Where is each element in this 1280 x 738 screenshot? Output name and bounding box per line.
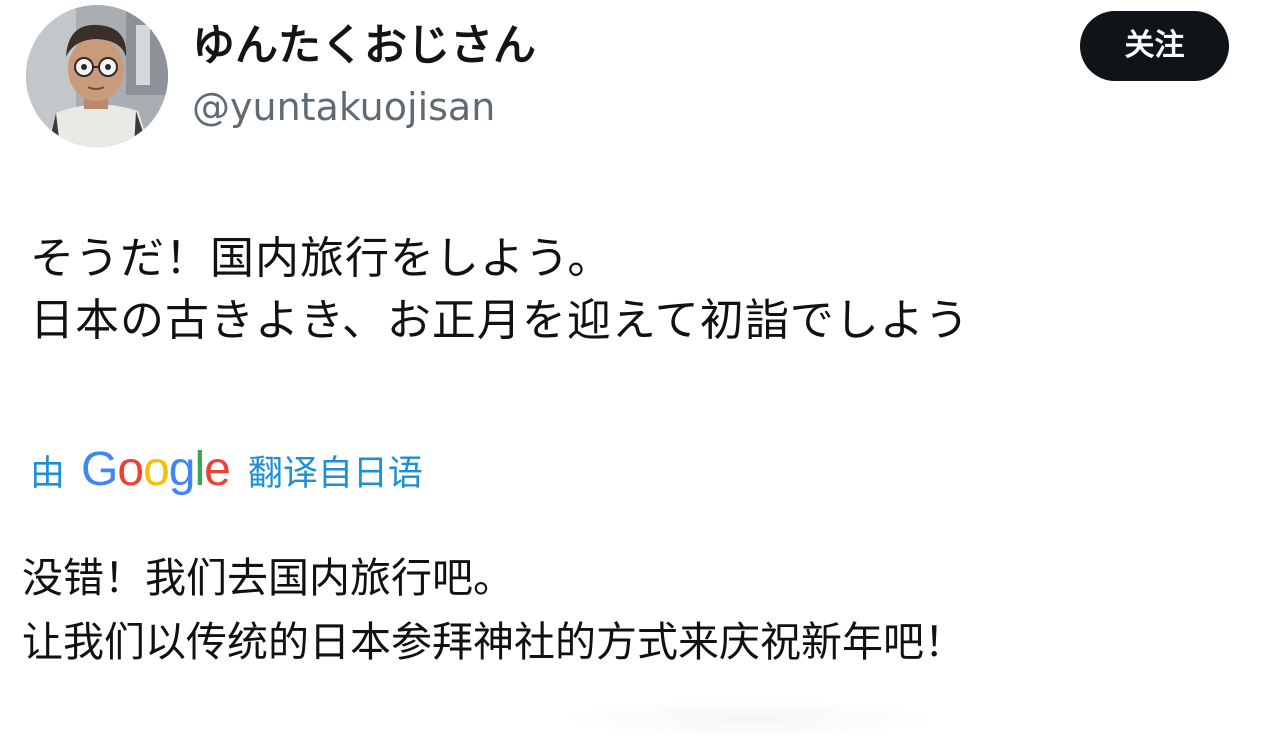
translated-line-1: 没错！我们去国内旅行吧。 (22, 554, 514, 602)
user-handle[interactable]: @yuntakuojisan (192, 84, 495, 130)
google-letter: g (168, 443, 196, 496)
avatar-photo (26, 5, 168, 147)
post-line-1: そうだ！国内旅行をしよう。 (30, 233, 613, 284)
display-name[interactable]: ゆんたくおじさん (192, 20, 536, 72)
translate-source-language[interactable]: 翻译自日语 (248, 445, 423, 496)
avatar[interactable] (26, 5, 168, 147)
google-letter: G (81, 443, 118, 496)
google-letter: o (143, 443, 170, 496)
translated-text: 没错！我们去国内旅行吧。 让我们以传统的日本参拜神社的方式来庆祝新年吧！ (22, 546, 965, 674)
bottom-fade (560, 700, 940, 738)
post-line-2: 日本の古きよき、お正月を迎えて初詣でしよう (30, 295, 970, 346)
google-letter: l (194, 443, 205, 496)
translate-prefix: 由 (30, 453, 66, 494)
google-logo: Google (81, 440, 231, 500)
follow-button[interactable]: 关注 (1080, 11, 1229, 81)
translated-line-2: 让我们以传统的日本参拜神社的方式来庆祝新年吧！ (22, 618, 965, 666)
google-letter: o (117, 443, 144, 496)
google-letter: e (204, 443, 231, 496)
translate-bar[interactable]: 由 Google 翻译自日语 (30, 440, 423, 500)
post-text: そうだ！国内旅行をしよう。 日本の古きよき、お正月を迎えて初詣でしよう (30, 228, 970, 352)
